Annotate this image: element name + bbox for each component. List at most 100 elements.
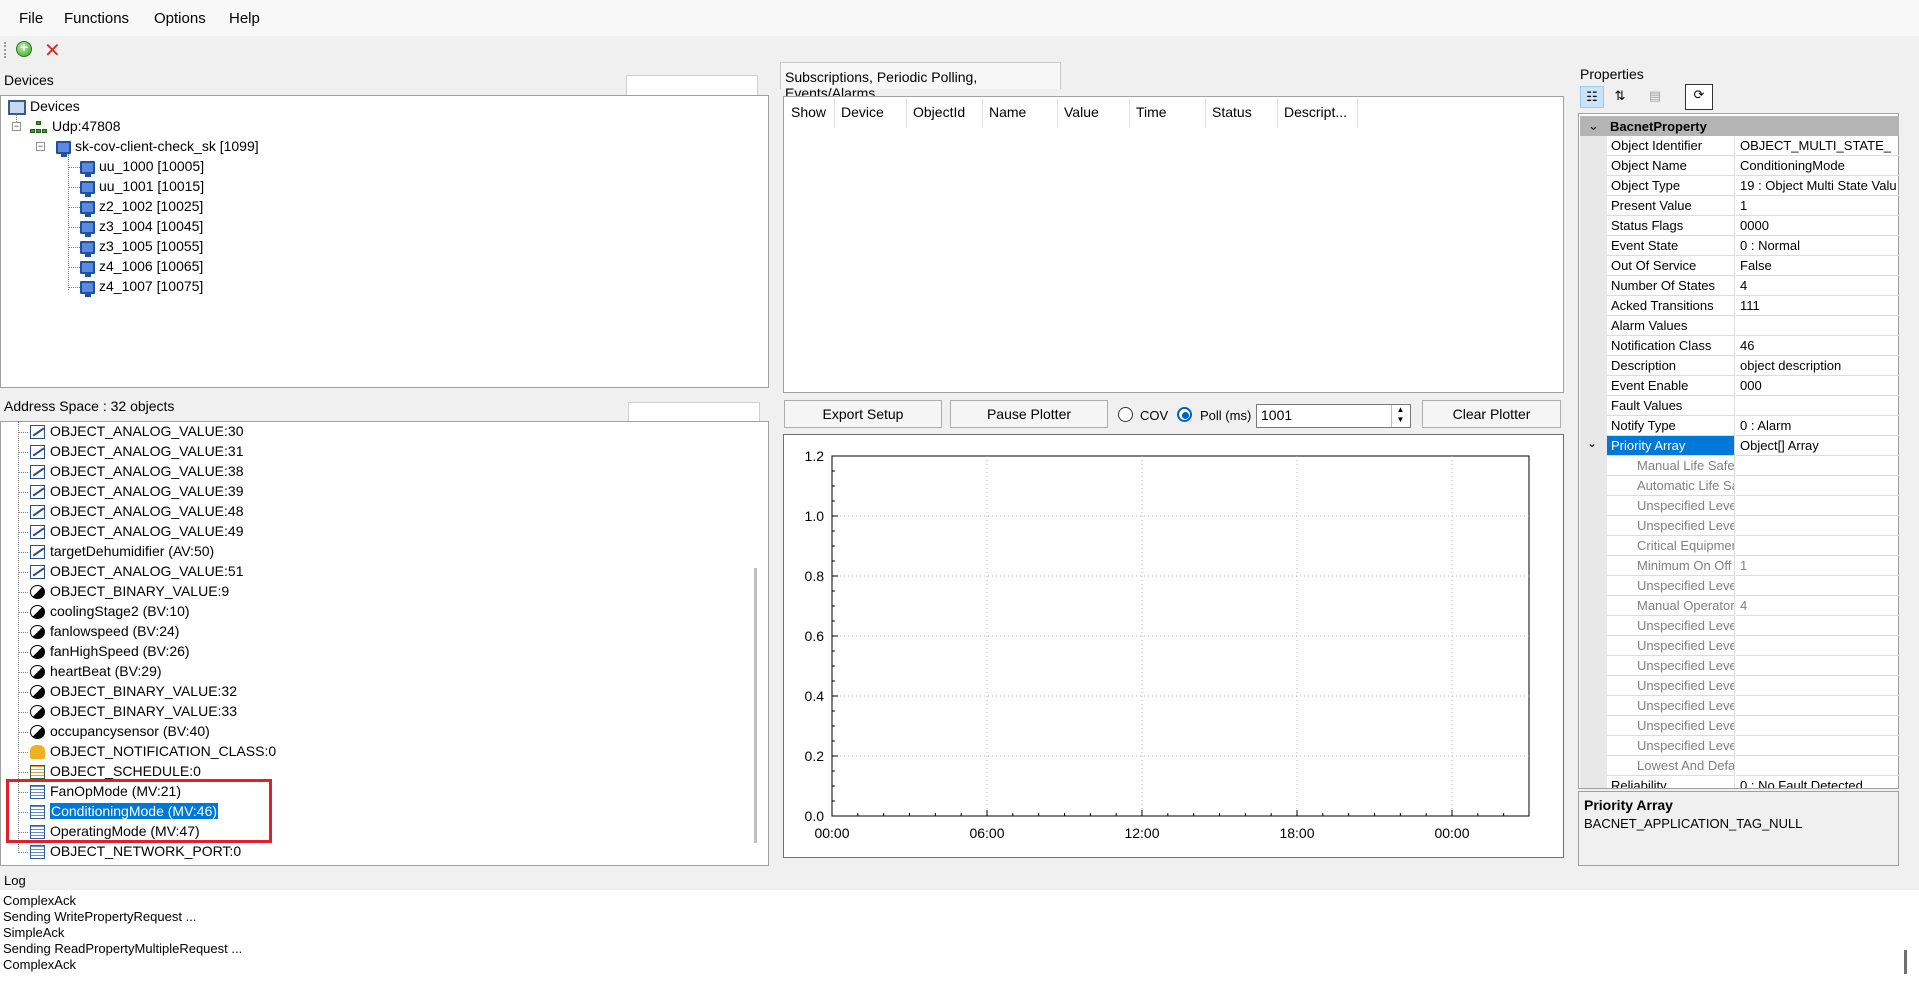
property-row[interactable]: Number Of States 4 [1580, 276, 1899, 296]
spin-down-icon[interactable]: ▼ [1392, 415, 1409, 425]
expand-priority-array-icon[interactable]: ⌄ [1587, 436, 1597, 450]
binary-value-icon [30, 605, 45, 620]
priority-array-item[interactable]: Unspecified Leve [1580, 496, 1899, 516]
menu-options[interactable]: Options [154, 10, 206, 27]
address-space-item[interactable]: OBJECT_ANALOG_VALUE:30 [30, 423, 243, 440]
priority-array-item[interactable]: Lowest And Defa [1580, 756, 1899, 776]
property-row[interactable]: Priority Array Object[] Array [1580, 436, 1899, 456]
address-space-item[interactable]: fanlowspeed (BV:24) [30, 623, 179, 640]
collapse-icon[interactable]: − [12, 122, 21, 131]
property-row[interactable]: Object Type 19 : Object Multi State Valu [1580, 176, 1899, 196]
tree-node-device[interactable]: sk-cov-client-check_sk [1099] [56, 138, 259, 157]
tree-node-child-device[interactable]: z4_1007 [10075] [80, 278, 203, 297]
priority-array-item[interactable]: Unspecified Leve [1580, 636, 1899, 656]
property-row[interactable]: Event Enable 000 [1580, 376, 1899, 396]
address-space-item[interactable]: OBJECT_ANALOG_VALUE:31 [30, 443, 243, 460]
column-header[interactable]: Name [983, 98, 1058, 128]
address-space-item[interactable]: OBJECT_SCHEDULE:0 [30, 763, 201, 780]
address-space-item[interactable]: OBJECT_ANALOG_VALUE:39 [30, 483, 243, 500]
categorized-view-icon[interactable]: ☷ [1580, 86, 1604, 108]
menu-functions[interactable]: Functions [64, 10, 129, 27]
tab-subscriptions[interactable]: Subscriptions, Periodic Polling, Events/… [780, 62, 1061, 101]
collapse-icon[interactable]: − [36, 142, 45, 151]
address-space-item[interactable]: occupancysensor (BV:40) [30, 723, 210, 740]
address-space-item[interactable]: OBJECT_BINARY_VALUE:32 [30, 683, 237, 700]
column-header[interactable]: Device [835, 98, 907, 128]
export-setup-button[interactable]: Export Setup [784, 400, 942, 428]
priority-array-item[interactable]: Unspecified Leve [1580, 696, 1899, 716]
menu-file[interactable]: File [19, 10, 43, 27]
priority-array-item[interactable]: Unspecified Leve [1580, 516, 1899, 536]
tree-node-child-device[interactable]: z3_1005 [10055] [80, 238, 203, 257]
address-space-item[interactable]: targetDehumidifier (AV:50) [30, 543, 214, 560]
priority-array-item[interactable]: Unspecified Leve [1580, 716, 1899, 736]
property-pages-icon[interactable]: ▤ [1643, 86, 1667, 108]
address-space-item[interactable]: OBJECT_NOTIFICATION_CLASS:0 [30, 743, 276, 760]
column-header[interactable]: Descript... [1278, 98, 1358, 128]
property-row[interactable]: Acked Transitions 111 [1580, 296, 1899, 316]
refresh-icon[interactable]: ⟳ [1685, 84, 1713, 110]
priority-array-item[interactable]: Minimum On Off 1 [1580, 556, 1899, 576]
address-space-item[interactable]: OBJECT_ANALOG_VALUE:49 [30, 523, 243, 540]
priority-array-item[interactable]: Unspecified Leve [1580, 676, 1899, 696]
property-row[interactable]: Object Identifier OBJECT_MULTI_STATE_ [1580, 136, 1899, 156]
column-header[interactable]: Show [785, 98, 835, 128]
remove-device-icon[interactable]: ✕ [44, 38, 61, 63]
poll-radio[interactable] [1177, 407, 1192, 422]
clear-plotter-button[interactable]: Clear Plotter [1422, 400, 1561, 428]
address-space-item[interactable]: OBJECT_BINARY_VALUE:33 [30, 703, 237, 720]
address-space-item[interactable]: heartBeat (BV:29) [30, 663, 162, 680]
poll-interval-input[interactable]: 1001 [1256, 404, 1411, 428]
property-row[interactable]: Out Of Service False [1580, 256, 1899, 276]
priority-array-item[interactable]: Manual Life Safet [1580, 456, 1899, 476]
priority-array-item[interactable]: Critical Equipmen [1580, 536, 1899, 556]
property-row[interactable]: Alarm Values [1580, 316, 1899, 336]
tree-node-transport[interactable]: Udp:47808 [30, 118, 121, 134]
priority-array-item[interactable]: Manual Operator 4 [1580, 596, 1899, 616]
address-space-item[interactable]: OBJECT_BINARY_VALUE:9 [30, 583, 229, 600]
address-space-item[interactable]: OBJECT_ANALOG_VALUE:48 [30, 503, 243, 520]
pause-plotter-button[interactable]: Pause Plotter [950, 400, 1108, 428]
property-row[interactable]: Reliability 0 : No Fault Detected [1580, 776, 1899, 788]
column-header[interactable]: Value [1058, 98, 1130, 128]
property-row[interactable]: Notification Class 46 [1580, 336, 1899, 356]
address-space-item[interactable]: coolingStage2 (BV:10) [30, 603, 190, 620]
property-category[interactable]: ⌄ BacnetProperty [1580, 116, 1899, 136]
tree-node-child-device[interactable]: z2_1002 [10025] [80, 198, 203, 217]
property-row[interactable]: Present Value 1 [1580, 196, 1899, 216]
property-row[interactable]: Description object description [1580, 356, 1899, 376]
alphabetical-sort-icon[interactable]: ⇅ [1608, 86, 1632, 108]
tree-node-child-device[interactable]: uu_1001 [10015] [80, 178, 204, 197]
collapse-category-icon[interactable]: ⌄ [1588, 118, 1599, 134]
cov-radio[interactable] [1118, 407, 1133, 422]
property-row[interactable]: Status Flags 0000 [1580, 216, 1899, 236]
tree-node-child-device[interactable]: z4_1006 [10065] [80, 258, 203, 277]
address-space-item[interactable]: OBJECT_ANALOG_VALUE:51 [30, 563, 243, 580]
priority-array-item[interactable]: Unspecified Leve [1580, 736, 1899, 756]
log-scrollbar[interactable] [1904, 950, 1907, 974]
priority-array-item[interactable]: Automatic Life Sa [1580, 476, 1899, 496]
add-device-icon[interactable] [16, 39, 32, 57]
address-space-scrollbar[interactable] [754, 568, 757, 843]
property-row[interactable]: Object Name ConditioningMode [1580, 156, 1899, 176]
property-row[interactable]: Event State 0 : Normal [1580, 236, 1899, 256]
priority-array-item[interactable]: Unspecified Leve [1580, 656, 1899, 676]
tree-root-devices[interactable]: Devices [8, 98, 80, 115]
priority-array-item[interactable]: Unspecified Leve [1580, 616, 1899, 636]
menu-help[interactable]: Help [229, 10, 260, 27]
address-space-item[interactable]: fanHighSpeed (BV:26) [30, 643, 190, 660]
tree-node-child-device[interactable]: uu_1000 [10005] [80, 158, 204, 177]
address-space-item[interactable]: OBJECT_ANALOG_VALUE:38 [30, 463, 243, 480]
column-header[interactable]: ObjectId [907, 98, 983, 128]
spin-up-icon[interactable]: ▲ [1392, 405, 1409, 415]
analog-value-icon [30, 465, 45, 480]
address-space-item[interactable]: OBJECT_NETWORK_PORT:0 [30, 843, 241, 860]
property-row[interactable]: Fault Values [1580, 396, 1899, 416]
tree-node-child-device[interactable]: z3_1004 [10045] [80, 218, 203, 237]
devices-filter-input[interactable] [626, 75, 758, 97]
priority-array-item[interactable]: Unspecified Leve [1580, 576, 1899, 596]
column-header[interactable]: Status [1206, 98, 1278, 128]
poll-spinner[interactable]: ▲ ▼ [1391, 405, 1409, 427]
column-header[interactable]: Time [1130, 98, 1206, 128]
property-row[interactable]: Notify Type 0 : Alarm [1580, 416, 1899, 436]
